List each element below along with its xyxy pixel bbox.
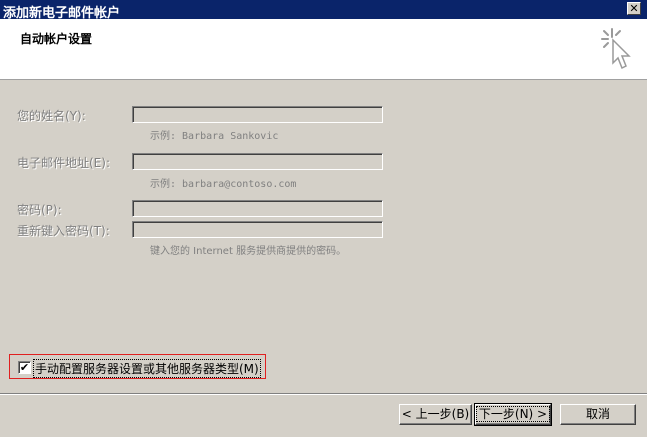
close-button[interactable]: ✕ bbox=[627, 2, 641, 15]
name-label: 您的姓名(Y): bbox=[17, 109, 86, 123]
next-button[interactable]: 下一步(N) > bbox=[474, 403, 552, 426]
back-button[interactable]: < 上一步(B) bbox=[399, 404, 472, 425]
cancel-button[interactable]: 取消 bbox=[560, 404, 636, 425]
manual-config-highlight: ✔ 手动配置服务器设置或其他服务器类型(M) bbox=[9, 354, 266, 379]
password-hint: 键入您的 Internet 服务提供商提供的密码。 bbox=[150, 246, 347, 257]
title-bar: 添加新电子邮件帐户 ✕ bbox=[0, 0, 647, 21]
page-title: 自动帐户设置 bbox=[20, 32, 93, 46]
email-label: 电子邮件地址(E): bbox=[17, 156, 110, 170]
password-label: 密码(P): bbox=[17, 203, 62, 217]
wizard-header: 自动帐户设置 bbox=[0, 19, 647, 80]
name-hint: 示例: Barbara Sankovic bbox=[150, 131, 279, 142]
next-button-label: 下一步(N) > bbox=[475, 406, 551, 422]
email-input[interactable] bbox=[132, 153, 383, 170]
password-input[interactable] bbox=[132, 200, 383, 217]
button-divider bbox=[0, 393, 647, 395]
retype-password-label: 重新键入密码(T): bbox=[17, 224, 110, 238]
retype-password-input[interactable] bbox=[132, 221, 383, 238]
manual-config-checkbox[interactable]: ✔ bbox=[18, 361, 31, 374]
wizard-cursor-icon bbox=[601, 28, 631, 70]
email-hint: 示例: barbara@contoso.com bbox=[150, 179, 297, 190]
manual-config-label[interactable]: 手动配置服务器设置或其他服务器类型(M) bbox=[33, 359, 261, 378]
name-input[interactable] bbox=[132, 106, 383, 123]
